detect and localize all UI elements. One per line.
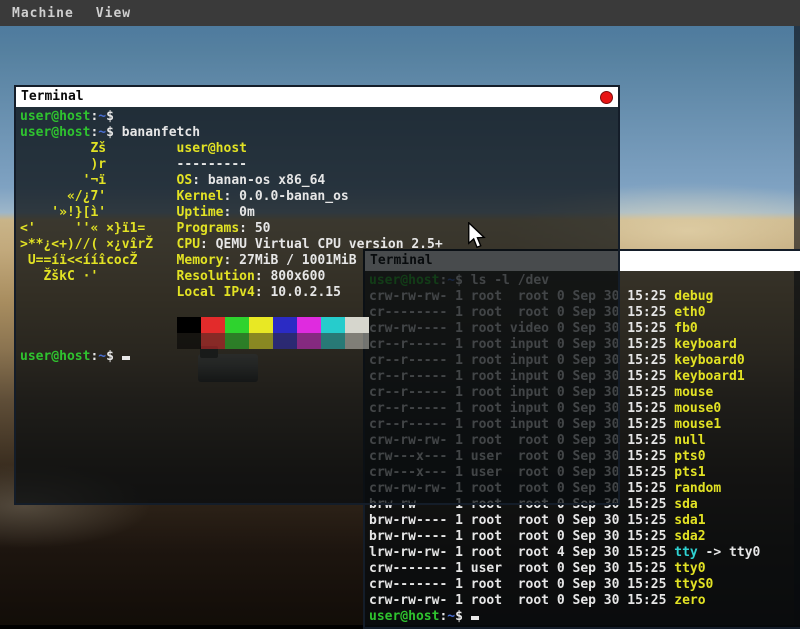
titlebar[interactable]: Terminal [16, 87, 618, 107]
fetch-underline-line: )r --------- [20, 157, 618, 173]
mouse-pointer-icon [468, 222, 486, 253]
fetch-info-line: Local IPv4: 10.0.2.15 [20, 285, 618, 301]
dev-list-row: brw-rw---- 1 root root 0 Sep 30 15:25 sd… [369, 513, 800, 529]
command-text: bananfetch [114, 125, 200, 140]
terminal-color-palette [20, 317, 618, 349]
fetch-info-line: «/¿7' Kernel: 0.0.0-banan_os [20, 189, 618, 205]
palette-swatch [345, 333, 369, 349]
dev-list-row: lrw-rw-rw- 1 root root 4 Sep 30 15:25 tt… [369, 545, 800, 561]
palette-swatch [249, 317, 273, 333]
window-title: Terminal [21, 87, 84, 107]
shell-prompt-line: user@host:~$ [20, 109, 618, 125]
palette-swatch [273, 333, 297, 349]
dev-list-row: crw------- 1 root root 0 Sep 30 15:25 tt… [369, 577, 800, 593]
vm-menu-bar: Machine View [0, 0, 800, 26]
palette-swatch [297, 333, 321, 349]
palette-swatch [201, 317, 225, 333]
text-cursor [122, 356, 130, 360]
terminal-output-area[interactable]: user@host:~$ user@host:~$bananfetch Zš u… [16, 107, 618, 503]
shell-prompt-line: user@host:~$ [20, 349, 618, 365]
palette-row [20, 333, 618, 349]
palette-swatch [297, 317, 321, 333]
fetch-info-line: >**¿<+)//( ×¿vîrŽ CPU: QEMU Virtual CPU … [20, 237, 618, 253]
fetch-info-line: '»!}[ì' Uptime: 0m [20, 205, 618, 221]
shell-prompt-line: user@host:~$ [369, 609, 800, 625]
blank-line [20, 301, 618, 317]
dev-list-row: crw-rw-rw- 1 root root 0 Sep 30 15:25 ze… [369, 593, 800, 609]
palette-swatch [225, 317, 249, 333]
fetch-header-line: Zš user@host [20, 141, 618, 157]
fetch-info-line: '¬ï OS: banan-os x86_64 [20, 173, 618, 189]
bananfetch-output: Zš user@host )r --------- '¬ï OS: banan-… [20, 141, 618, 301]
menu-item-view[interactable]: View [96, 6, 131, 21]
shell-prompt-line: user@host:~$bananfetch [20, 125, 618, 141]
menu-item-machine[interactable]: Machine [12, 6, 74, 21]
dev-list-row: brw-rw---- 1 root root 0 Sep 30 15:25 sd… [369, 529, 800, 545]
fetch-info-line: U==íï<<ííîcocŽ Memory: 27MiB / 1001MiB [20, 253, 618, 269]
terminal-window-bananfetch: Terminal user@host:~$ user@host:~$bananf… [14, 85, 620, 505]
palette-swatch [345, 317, 369, 333]
fetch-info-line: <' ''« ×}ï1= Programs: 50 [20, 221, 618, 237]
palette-swatch [249, 333, 273, 349]
palette-swatch [177, 333, 201, 349]
palette-row [20, 317, 618, 333]
text-cursor [471, 616, 479, 620]
fetch-info-line: ŽškC ·' Resolution: 800x600 [20, 269, 618, 285]
palette-swatch [273, 317, 297, 333]
palette-swatch [321, 333, 345, 349]
palette-swatch [177, 317, 201, 333]
dev-list-row: crw------- 1 user root 0 Sep 30 15:25 tt… [369, 561, 800, 577]
palette-swatch [225, 333, 249, 349]
palette-swatch [201, 333, 225, 349]
palette-swatch [321, 317, 345, 333]
close-button-icon[interactable] [600, 91, 613, 104]
